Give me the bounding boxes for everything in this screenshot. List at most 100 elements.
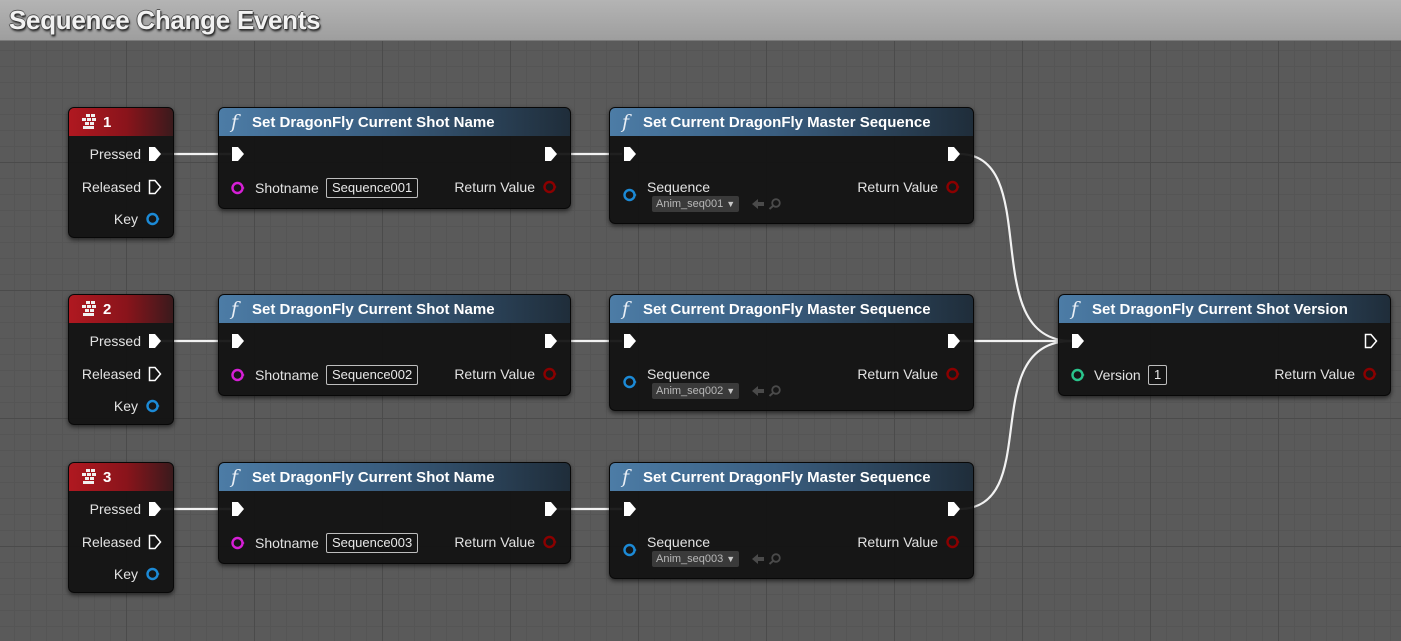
comment-title: Sequence Change Events: [9, 5, 321, 35]
shotname-input[interactable]: Sequence001: [326, 178, 419, 198]
node-title: Set Current DragonFly Master Sequence: [643, 301, 931, 318]
return-value-pin[interactable]: [543, 180, 557, 194]
return-value-pin[interactable]: [543, 535, 557, 549]
node-header[interactable]: 2: [69, 295, 173, 323]
exec-out-pin[interactable]: [1364, 333, 1378, 349]
node-header[interactable]: f Set DragonFly Current Shot Version: [1059, 295, 1390, 323]
chevron-down-icon: ▼: [726, 554, 736, 564]
function-icon: f: [231, 466, 239, 488]
shotname-pin[interactable]: [231, 181, 245, 195]
key-data-pin[interactable]: [146, 399, 160, 413]
set-shot-name-node[interactable]: f Set DragonFly Current Shot Name Shotna…: [218, 462, 571, 564]
node-title: Set DragonFly Current Shot Name: [252, 469, 495, 486]
comment-header[interactable]: Sequence Change Events: [0, 0, 1401, 41]
set-master-sequence-node[interactable]: f Set Current DragonFly Master Sequence …: [609, 107, 974, 224]
shotname-input[interactable]: Sequence003: [326, 533, 419, 553]
key-event-title: 1: [103, 114, 112, 131]
pressed-exec-pin[interactable]: [148, 501, 162, 517]
exec-in-pin[interactable]: [623, 333, 637, 349]
shotname-label: Shotname: [255, 180, 319, 196]
node-header[interactable]: 3: [69, 463, 173, 491]
sequence-asset-select[interactable]: Anim_seq002 ▼: [652, 383, 740, 399]
node-header[interactable]: f Set Current DragonFly Master Sequence: [610, 295, 973, 323]
pressed-exec-pin[interactable]: [148, 333, 162, 349]
key-label: Key: [113, 211, 138, 227]
function-icon: f: [231, 298, 239, 320]
node-header[interactable]: 1: [69, 108, 173, 136]
node-header[interactable]: f Set Current DragonFly Master Sequence: [610, 463, 973, 491]
exec-wire[interactable]: [958, 152, 1073, 343]
node-header[interactable]: f Set DragonFly Current Shot Name: [219, 108, 570, 136]
use-selected-arrow-icon[interactable]: [751, 198, 765, 210]
return-value-pin[interactable]: [1363, 367, 1377, 381]
sequence-asset-value: Anim_seq003: [656, 553, 724, 565]
return-value-pin[interactable]: [946, 367, 960, 381]
exec-out-pin[interactable]: [947, 333, 961, 349]
exec-in-pin[interactable]: [231, 146, 245, 162]
node-header[interactable]: f Set Current DragonFly Master Sequence: [610, 108, 973, 136]
key-event-node[interactable]: 3 Pressed Released Key: [68, 462, 174, 593]
sequence-pin[interactable]: [623, 543, 637, 557]
released-exec-pin[interactable]: [148, 534, 162, 550]
set-master-sequence-node[interactable]: f Set Current DragonFly Master Sequence …: [609, 462, 974, 579]
shotname-input[interactable]: Sequence002: [326, 365, 419, 385]
exec-out-pin[interactable]: [544, 146, 558, 162]
exec-in-pin[interactable]: [1071, 333, 1085, 349]
sequence-label: Sequence: [647, 534, 711, 550]
exec-in-pin[interactable]: [623, 146, 637, 162]
shotname-pin[interactable]: [231, 368, 245, 382]
return-value-pin[interactable]: [946, 180, 960, 194]
exec-out-pin[interactable]: [947, 501, 961, 517]
chevron-down-icon: ▼: [726, 199, 736, 209]
node-title: Set DragonFly Current Shot Name: [252, 301, 495, 318]
return-value-pin[interactable]: [543, 367, 557, 381]
sequence-pin[interactable]: [623, 188, 637, 202]
released-exec-pin[interactable]: [148, 366, 162, 382]
browse-magnifier-icon[interactable]: [768, 385, 782, 397]
exec-in-pin[interactable]: [623, 501, 637, 517]
function-icon: f: [622, 298, 630, 320]
version-pin[interactable]: [1071, 368, 1085, 382]
exec-out-pin[interactable]: [544, 333, 558, 349]
pressed-exec-pin[interactable]: [148, 146, 162, 162]
use-selected-arrow-icon[interactable]: [751, 553, 765, 565]
return-value-label: Return Value: [857, 366, 938, 382]
version-input[interactable]: 1: [1148, 365, 1168, 385]
function-icon: f: [1071, 298, 1079, 320]
use-selected-arrow-icon[interactable]: [751, 385, 765, 397]
key-event-node[interactable]: 2 Pressed Released Key: [68, 294, 174, 425]
node-header[interactable]: f Set DragonFly Current Shot Name: [219, 463, 570, 491]
browse-magnifier-icon[interactable]: [768, 198, 782, 210]
sequence-pin[interactable]: [623, 375, 637, 389]
set-shot-name-node[interactable]: f Set DragonFly Current Shot Name Shotna…: [218, 294, 571, 396]
pressed-label: Pressed: [89, 146, 141, 162]
chevron-down-icon: ▼: [726, 386, 736, 396]
key-event-node[interactable]: 1 Pressed Released Key: [68, 107, 174, 238]
released-exec-pin[interactable]: [148, 179, 162, 195]
sequence-asset-select[interactable]: Anim_seq001 ▼: [652, 196, 740, 212]
exec-out-pin[interactable]: [544, 501, 558, 517]
key-data-pin[interactable]: [146, 212, 160, 226]
browse-magnifier-icon[interactable]: [768, 553, 782, 565]
released-label: Released: [81, 179, 141, 195]
function-icon: f: [622, 111, 630, 133]
key-data-pin[interactable]: [146, 567, 160, 581]
return-value-label: Return Value: [454, 179, 535, 195]
exec-in-pin[interactable]: [231, 333, 245, 349]
exec-out-pin[interactable]: [947, 146, 961, 162]
node-header[interactable]: f Set DragonFly Current Shot Name: [219, 295, 570, 323]
set-shot-version-node[interactable]: f Set DragonFly Current Shot Version Ver…: [1058, 294, 1391, 396]
shotname-pin[interactable]: [231, 536, 245, 550]
set-master-sequence-node[interactable]: f Set Current DragonFly Master Sequence …: [609, 294, 974, 411]
exec-wire[interactable]: [958, 339, 1073, 511]
exec-in-pin[interactable]: [231, 501, 245, 517]
return-value-pin[interactable]: [946, 535, 960, 549]
sequence-label: Sequence: [647, 366, 711, 382]
return-value-label: Return Value: [454, 366, 535, 382]
released-label: Released: [81, 534, 141, 550]
sequence-asset-value: Anim_seq002: [656, 385, 724, 397]
sequence-asset-select[interactable]: Anim_seq003 ▼: [652, 551, 740, 567]
function-icon: f: [231, 111, 239, 133]
return-value-label: Return Value: [454, 534, 535, 550]
set-shot-name-node[interactable]: f Set DragonFly Current Shot Name Shotna…: [218, 107, 571, 209]
